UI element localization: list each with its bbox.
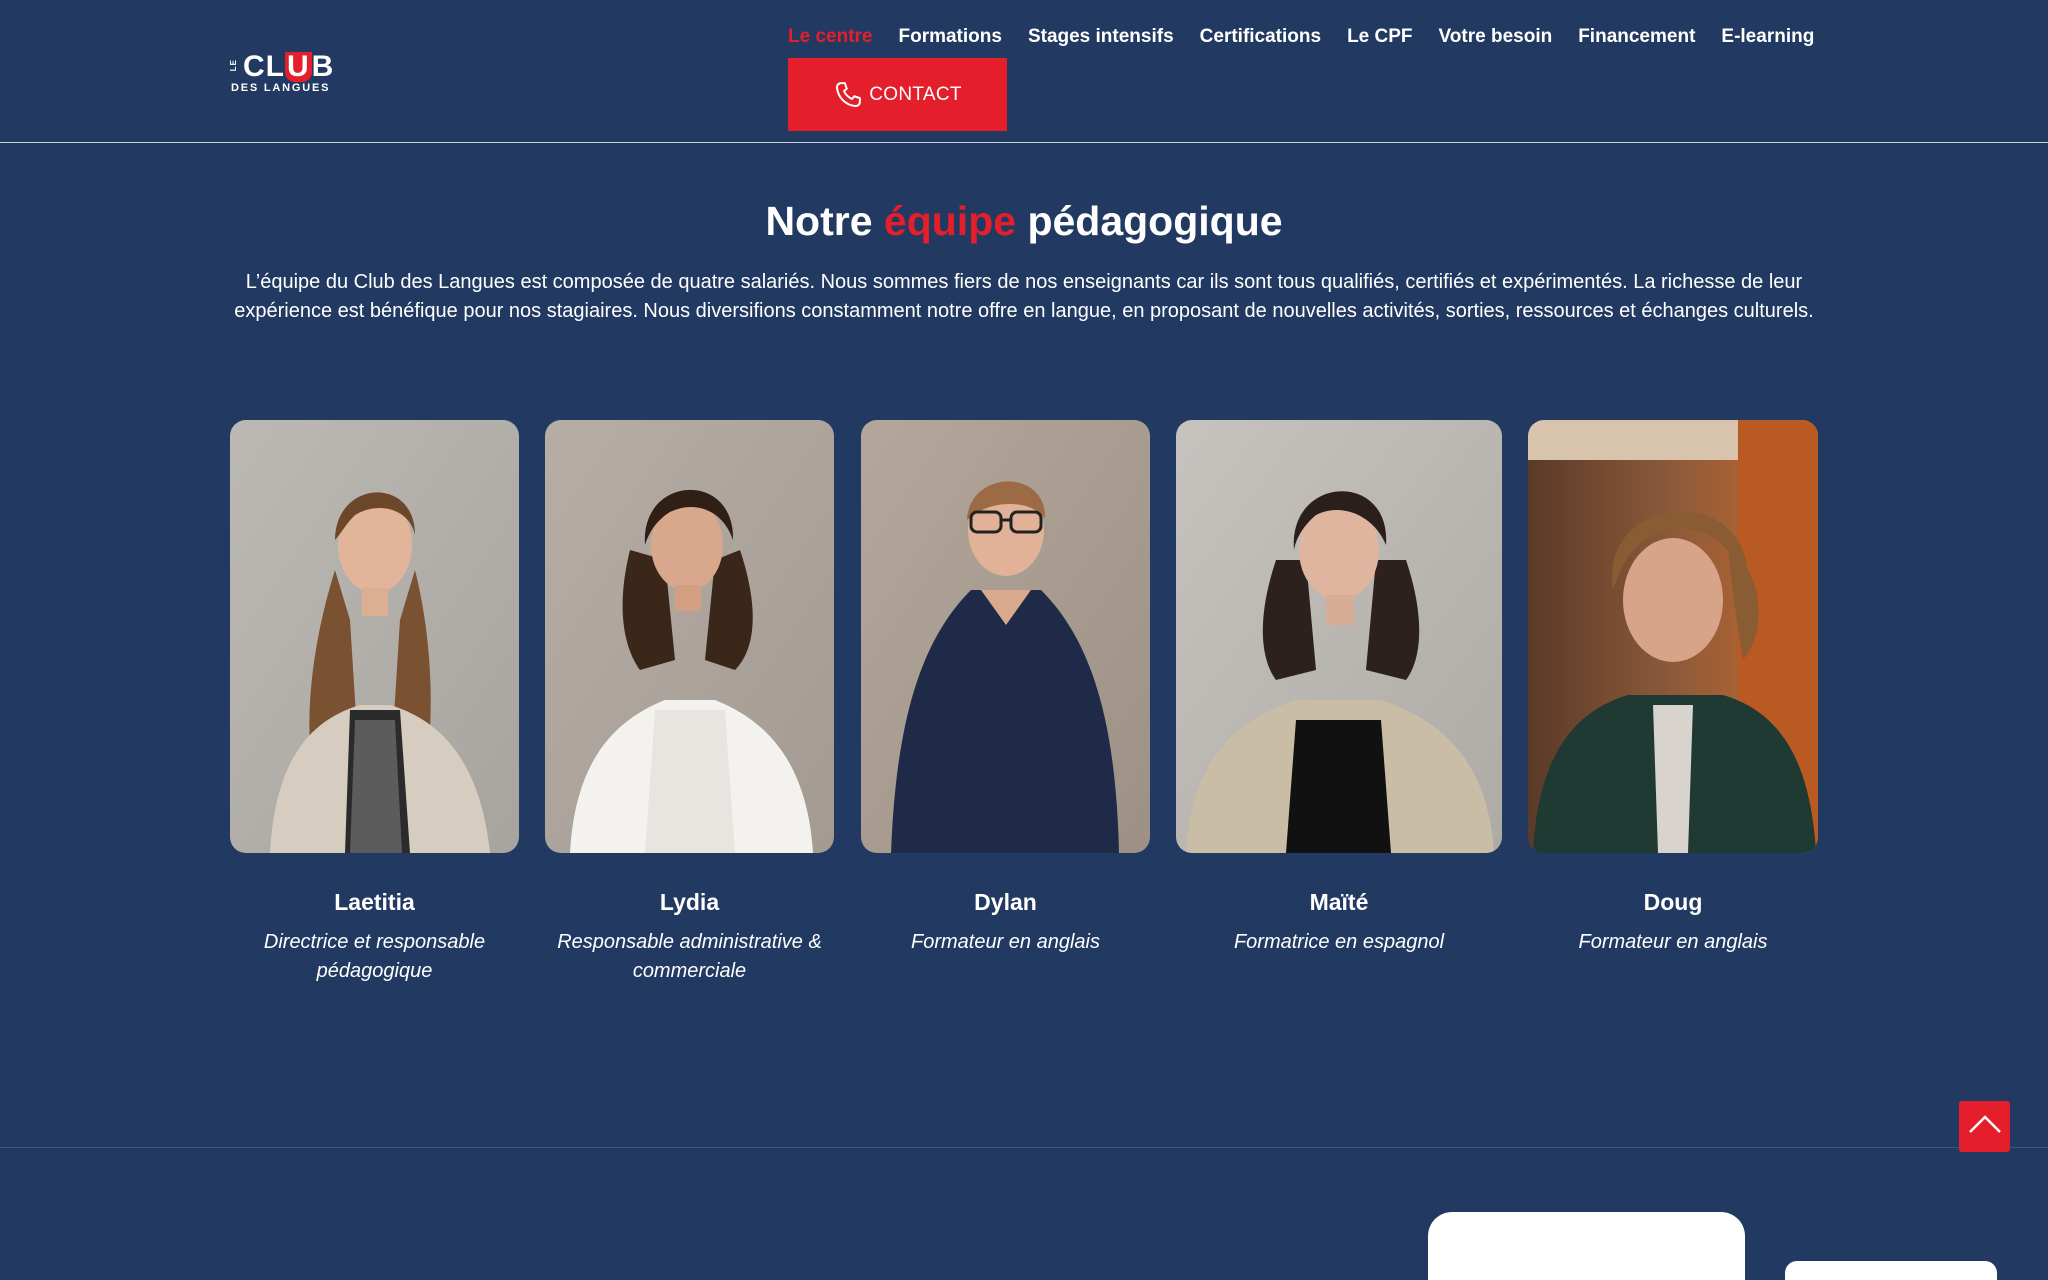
team-name: Laetitia xyxy=(334,889,415,915)
nav-item-stages-intensifs[interactable]: Stages intensifs xyxy=(1028,26,1174,48)
logo-club-part: B xyxy=(311,50,335,83)
logo-club-part: CL xyxy=(243,50,285,83)
team-card: Doug Formateur en anglais xyxy=(1528,420,1818,953)
team-photo-doug xyxy=(1528,420,1818,853)
nav-item-le-centre[interactable]: Le centre xyxy=(788,26,872,48)
section-title: Notre équipe pédagogique xyxy=(0,197,2048,245)
team-grid: Laetitia Directrice et responsable pédag… xyxy=(230,420,1818,1000)
team-card: Lydia Responsable administrative & comme… xyxy=(545,420,834,982)
logo-club-u: U xyxy=(285,50,312,83)
nav-item-formations[interactable]: Formations xyxy=(898,26,1001,48)
footer-card xyxy=(1785,1261,1997,1280)
nav-item-e-learning[interactable]: E-learning xyxy=(1721,26,1814,48)
nav-item-financement[interactable]: Financement xyxy=(1578,26,1695,48)
nav-item-le-cpf[interactable]: Le CPF xyxy=(1347,26,1412,48)
team-name: Lydia xyxy=(659,889,720,915)
team-role: Responsable administrative & commerciale xyxy=(557,931,822,982)
logo-club: CLUB xyxy=(243,50,334,84)
site-header: LE CLUB DES LANGUES Le centre Formations… xyxy=(0,0,2048,143)
chevron-up-icon xyxy=(1968,1114,2002,1139)
nav-item-votre-besoin[interactable]: Votre besoin xyxy=(1439,26,1553,48)
section-divider xyxy=(0,1147,2048,1148)
team-role: Formatrice en espagnol xyxy=(1233,931,1445,953)
site-logo[interactable]: LE CLUB DES LANGUES xyxy=(229,50,361,94)
title-part: pédagogique xyxy=(1016,198,1283,244)
team-card: Laetitia Directrice et responsable pédag… xyxy=(230,420,519,982)
phone-icon xyxy=(833,80,863,110)
main-nav: Le centre Formations Stages intensifs Ce… xyxy=(788,26,1814,48)
team-card: Maïté Formatrice en espagnol xyxy=(1176,420,1502,953)
team-name: Maïté xyxy=(1309,889,1369,915)
team-photo-maite xyxy=(1176,420,1502,853)
nav-item-certifications[interactable]: Certifications xyxy=(1200,26,1321,48)
scroll-to-top-button[interactable] xyxy=(1959,1101,2010,1152)
team-role: Formateur en anglais xyxy=(1578,931,1768,953)
team-photo-dylan xyxy=(861,420,1150,853)
section-intro: L’équipe du Club des Langues est composé… xyxy=(234,271,1814,322)
team-role: Formateur en anglais xyxy=(911,931,1100,953)
contact-button-label: CONTACT xyxy=(869,83,962,105)
logo-le: LE xyxy=(229,59,238,72)
title-accent: équipe xyxy=(883,198,1017,244)
team-role: Directrice et responsable pédagogique xyxy=(263,931,486,982)
team-photo-laetitia xyxy=(230,420,519,853)
contact-button[interactable]: CONTACT xyxy=(788,58,1007,131)
title-part: Notre xyxy=(765,198,884,244)
team-name: Doug xyxy=(1643,889,1703,915)
logo-subtitle: DES LANGUES xyxy=(231,82,331,94)
team-card: Dylan Formateur en anglais xyxy=(861,420,1150,953)
team-photo-lydia xyxy=(545,420,834,853)
footer-card xyxy=(1428,1212,1745,1280)
team-name: Dylan xyxy=(974,889,1037,915)
